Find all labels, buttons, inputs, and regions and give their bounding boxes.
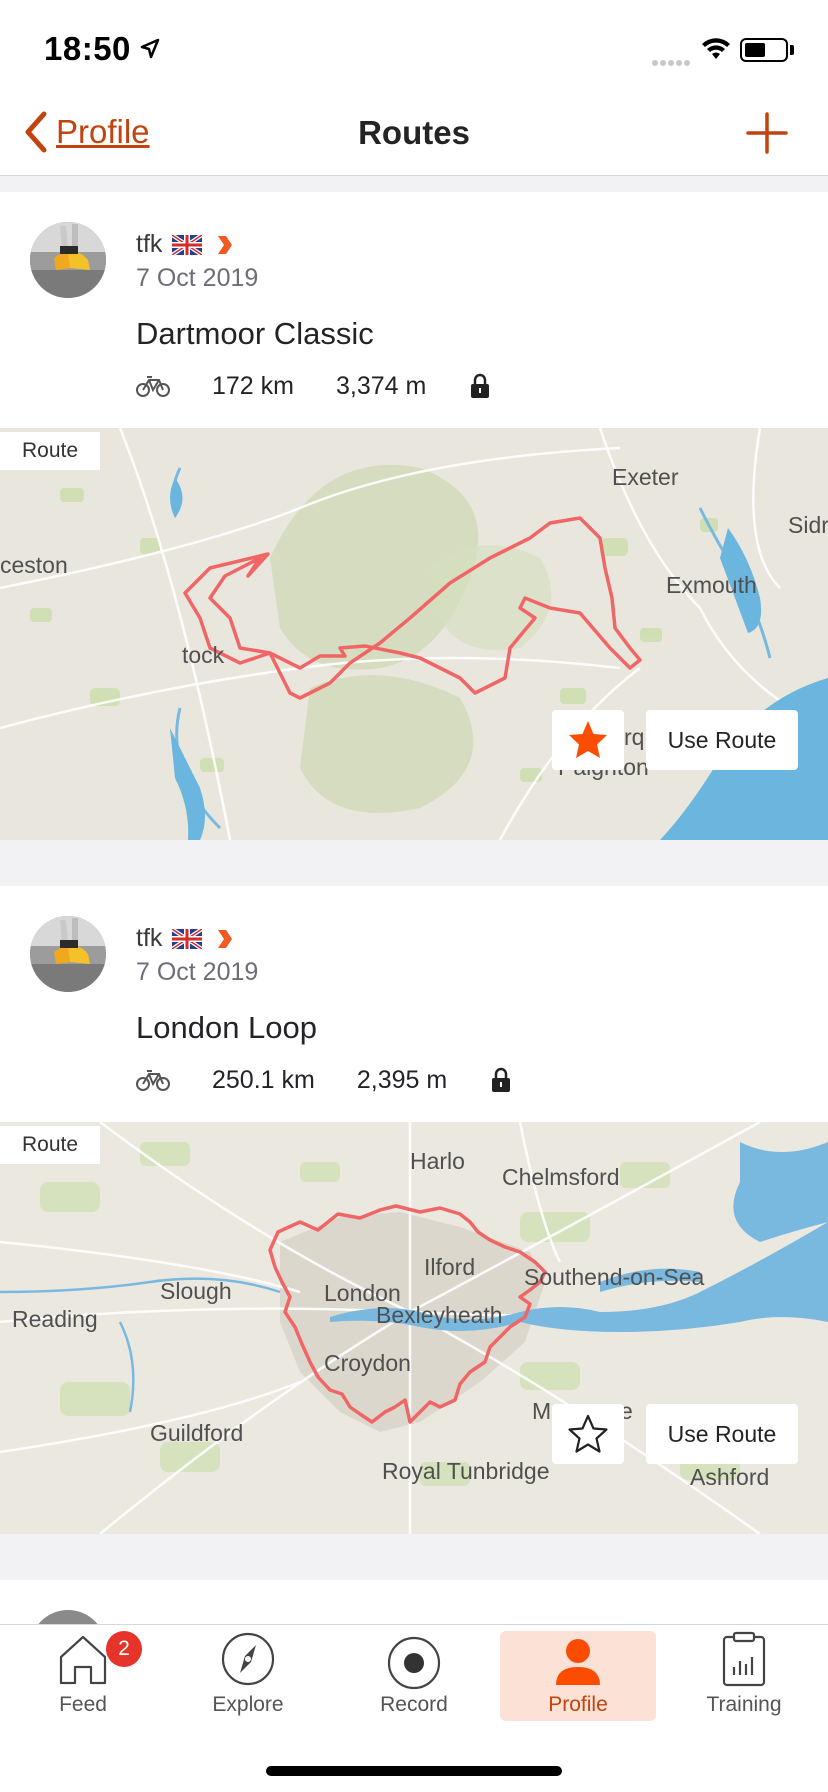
place-label: Harlo <box>410 1148 465 1174</box>
battery-tip <box>790 45 794 55</box>
tab-profile[interactable]: Profile <box>500 1631 656 1721</box>
route-name[interactable]: Dartmoor Classic <box>136 316 374 352</box>
summit-badge-icon <box>218 235 233 254</box>
athlete-row: tfk <box>136 230 234 259</box>
clipboard-chart-icon <box>722 1631 766 1687</box>
use-route-button[interactable]: Use Route <box>646 710 798 770</box>
place-label: Southend-on-Sea <box>524 1264 705 1290</box>
place-label: Ilford <box>424 1254 476 1280</box>
place-label: tock <box>182 642 225 668</box>
place-label: Chelmsford <box>502 1164 620 1190</box>
place-label: Slough <box>160 1278 232 1304</box>
route-map[interactable]: Route Harlo Chelmsford Ilford Southend-o… <box>0 1122 828 1534</box>
route-card[interactable]: tfk 7 Oct 2019 Dartmoor Classic 172 km 3… <box>0 192 828 840</box>
route-stats: 250.1 km 2,395 m <box>136 1062 511 1098</box>
wifi-icon <box>702 38 730 59</box>
tab-label: Record <box>380 1693 448 1716</box>
tab-training[interactable]: Training <box>666 1631 822 1721</box>
route-stats: 172 km 3,374 m <box>136 368 490 404</box>
route-date: 7 Oct 2019 <box>136 264 259 292</box>
star-outline-icon <box>568 1414 608 1453</box>
tab-label: Profile <box>548 1693 608 1716</box>
bike-icon <box>136 376 170 397</box>
star-button[interactable] <box>552 710 624 770</box>
place-label: Guildford <box>150 1420 244 1446</box>
person-icon <box>556 1639 600 1685</box>
location-arrow-icon <box>140 38 160 59</box>
lock-icon <box>471 373 490 398</box>
place-label: Ashford <box>690 1464 770 1490</box>
bike-icon <box>136 1070 170 1091</box>
star-filled-icon <box>569 721 607 758</box>
tab-explore[interactable]: Explore <box>170 1631 326 1721</box>
place-label: Reading <box>12 1306 98 1332</box>
place-label: Exmouth <box>666 572 757 598</box>
status-bar: 18:50 <box>0 0 828 96</box>
place-label: Sidr <box>788 512 828 538</box>
uk-flag-icon <box>172 234 203 255</box>
athlete-name[interactable]: tfk <box>136 924 162 953</box>
summit-badge-icon <box>218 929 233 948</box>
nav-bar: Profile Routes <box>0 96 828 176</box>
athlete-name[interactable]: tfk <box>136 230 162 259</box>
route-distance: 172 km <box>212 371 294 400</box>
map-type-label: Route <box>0 1126 100 1164</box>
athlete-row: tfk <box>136 924 234 953</box>
tab-label: Training <box>706 1693 782 1716</box>
route-elevation: 2,395 m <box>356 1065 448 1094</box>
home-indicator <box>266 1766 562 1776</box>
avatar[interactable] <box>30 916 106 992</box>
route-name[interactable]: London Loop <box>136 1010 317 1046</box>
tab-label: Feed <box>59 1693 107 1716</box>
home-icon <box>59 1635 107 1685</box>
place-label: Croydon <box>324 1350 411 1376</box>
place-label: Exeter <box>612 464 679 490</box>
place-label: ceston <box>0 552 68 578</box>
use-route-button[interactable]: Use Route <box>646 1404 798 1464</box>
page-title: Routes <box>358 114 470 151</box>
place-label: Royal Tunbridge <box>382 1458 550 1484</box>
uk-flag-icon <box>172 928 203 949</box>
notification-badge: 2 <box>106 1631 142 1667</box>
tab-label: Explore <box>212 1693 284 1716</box>
lock-icon <box>492 1067 511 1092</box>
place-label: rq <box>624 724 645 750</box>
route-card[interactable] <box>0 1580 828 1686</box>
map-type-label: Route <box>0 432 100 470</box>
signal-icon <box>652 53 692 71</box>
status-time: 18:50 <box>44 30 131 67</box>
battery-icon <box>740 38 788 62</box>
add-route-button[interactable] <box>744 110 790 156</box>
compass-icon <box>221 1632 275 1686</box>
route-elevation: 3,374 m <box>335 371 427 400</box>
record-icon <box>387 1636 441 1690</box>
route-date: 7 Oct 2019 <box>136 958 259 986</box>
tab-record[interactable]: Record <box>336 1631 492 1721</box>
avatar[interactable] <box>30 222 106 298</box>
place-label: Bexleyheath <box>376 1302 503 1328</box>
star-button[interactable] <box>552 1404 624 1464</box>
route-map[interactable]: Route Exeter Sidr ceston Exmouth tock rq… <box>0 428 828 840</box>
route-distance: 250.1 km <box>212 1065 315 1094</box>
route-card[interactable]: tfk 7 Oct 2019 London Loop 250.1 km 2,39… <box>0 886 828 1534</box>
